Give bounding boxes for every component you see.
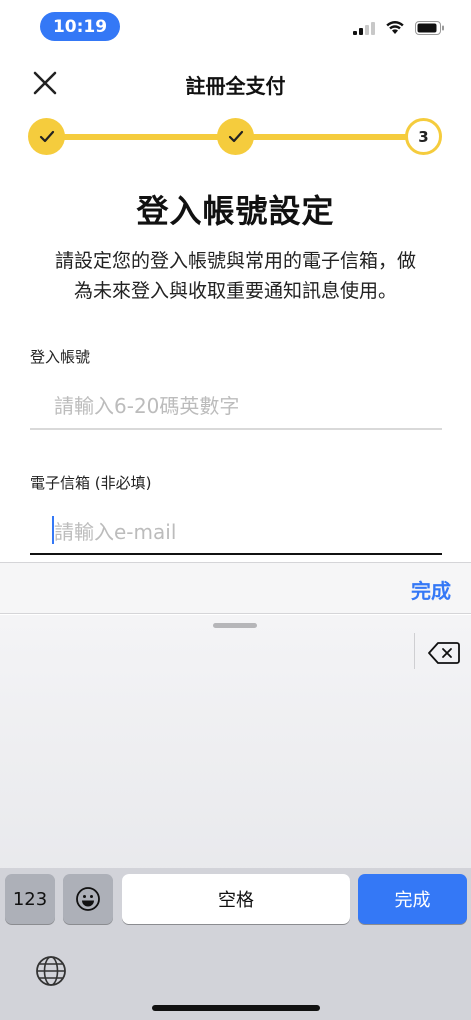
emoji-key[interactable] [63,874,113,924]
keyboard-bottom-row: 123 空格 完成 [0,868,471,1020]
status-icons [353,20,445,35]
check-icon [228,130,243,142]
step-3-current: 3 [405,118,442,155]
page-description: 請設定您的登入帳號與常用的電子信箱，做 為未來登入與收取重要通知訊息使用。 [24,246,447,306]
status-bar: 10:19 [0,0,471,52]
battery-icon [415,20,444,35]
keyboard: 123 空格 完成 [0,615,471,1020]
text-caret [52,516,54,544]
check-icon [39,130,54,142]
emoji-icon [76,887,100,911]
keyboard-accessory-bar: 完成 [0,562,471,614]
account-label: 登入帳號 [30,348,91,366]
email-underline [30,553,442,555]
accessory-done-button[interactable]: 完成 [411,575,451,604]
done-key[interactable]: 完成 [358,874,467,924]
description-line-2: 為未來登入與收取重要通知訊息使用。 [73,280,397,302]
progress-stepper: 3 [28,118,442,156]
step-2-done [217,118,254,155]
numbers-key[interactable]: 123 [5,874,55,924]
email-label: 電子信箱 (非必填) [30,474,152,492]
email-input[interactable]: 請輸入e-mail [30,507,442,553]
account-input[interactable]: 請輸入6-20碼英數字 [30,381,442,427]
header-title: 註冊全支付 [185,74,286,98]
space-key[interactable]: 空格 [122,874,350,924]
status-time: 10:19 [40,12,120,41]
globe-icon[interactable] [34,954,68,988]
home-indicator [152,1005,320,1011]
nav-header: 註冊全支付 [0,58,471,106]
keyboard-drag-handle[interactable] [213,623,257,628]
page-title: 登入帳號設定 [136,192,335,230]
keyboard-divider [414,633,415,669]
description-line-1: 請設定您的登入帳號與常用的電子信箱，做 [54,250,416,272]
cellular-signal-icon [353,21,375,35]
wifi-icon [386,21,404,34]
account-underline [30,428,442,430]
step-1-done [28,118,65,155]
delete-icon[interactable] [428,641,460,665]
